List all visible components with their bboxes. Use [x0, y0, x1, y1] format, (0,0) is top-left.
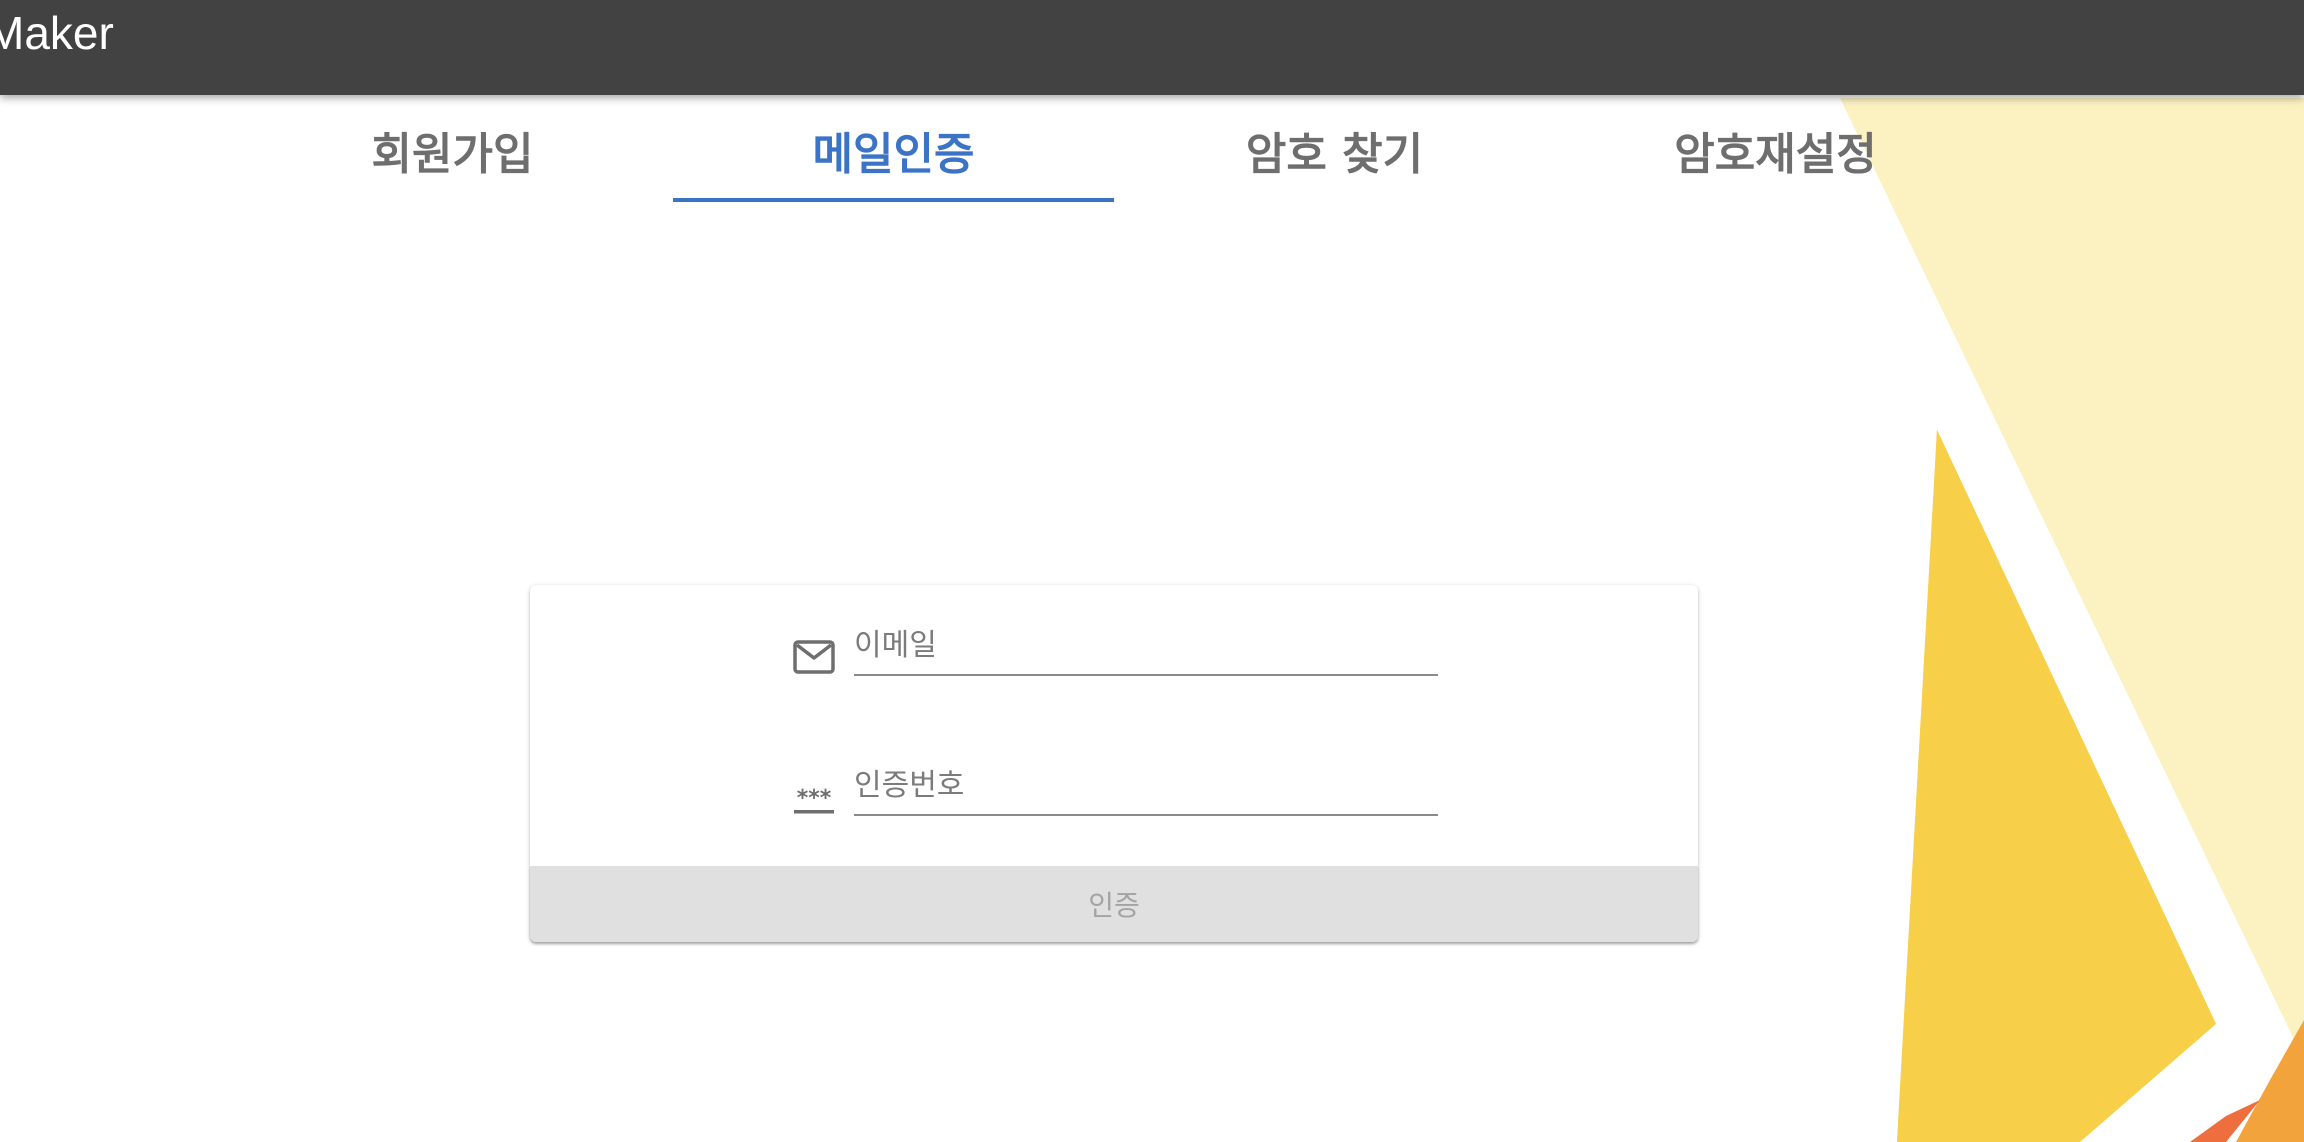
email-field-row: [792, 610, 1452, 700]
auth-tabs: 회원가입 메일인증 암호 찾기 암호재설정: [232, 98, 2004, 204]
verify-button[interactable]: 인증: [530, 866, 1698, 942]
verification-card: *** 인증: [530, 585, 1698, 942]
svg-text:***: ***: [797, 786, 832, 811]
email-input[interactable]: [854, 610, 1438, 676]
tab-signup[interactable]: 회원가입: [232, 98, 673, 202]
app-title: Maker: [0, 7, 114, 59]
decor-orange-shape: [2236, 1020, 2304, 1142]
active-tab-indicator: [673, 198, 1114, 202]
code-field-row: ***: [792, 750, 1452, 840]
tab-email-verification[interactable]: 메일인증: [673, 98, 1114, 202]
mail-icon: [792, 638, 836, 678]
verification-code-input[interactable]: [854, 750, 1438, 816]
app-bar: Maker: [0, 0, 2304, 95]
password-dots-icon: ***: [792, 778, 836, 818]
tab-find-password[interactable]: 암호 찾기: [1114, 98, 1555, 202]
tab-reset-password[interactable]: 암호재설정: [1555, 98, 1996, 202]
